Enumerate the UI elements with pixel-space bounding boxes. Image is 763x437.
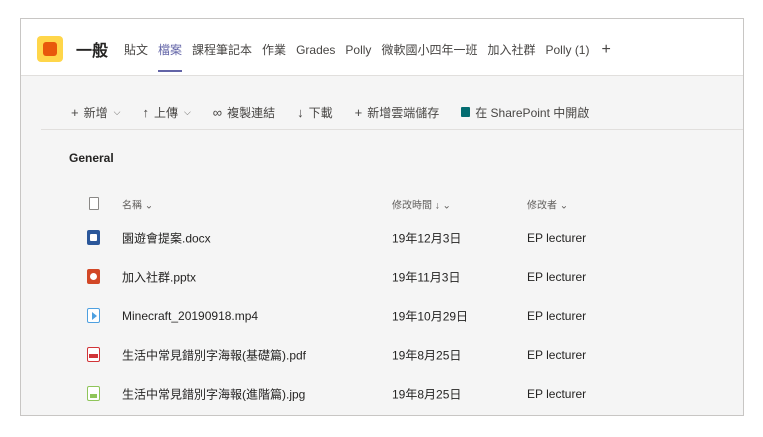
sharepoint-icon [461, 107, 471, 117]
tab-class-4-1[interactable]: 微軟國小四年一班 [381, 41, 477, 58]
file-row[interactable]: 園遊會提案.docx 19年12月3日 EP lecturer [69, 218, 743, 257]
file-row[interactable]: 生活中常見錯別字海報(進階篇).jpg 19年8月25日 EP lecturer [69, 374, 743, 413]
team-icon-inner [43, 42, 57, 56]
sort-by-modified-by[interactable]: 修改者 ⌄ [527, 197, 568, 212]
pdf-file-icon [87, 346, 101, 363]
channel-header: 一般 貼文 檔案 課程筆記本 作業 Grades Polly 微軟國小四年一班 … [21, 19, 743, 76]
channel-title: 一般 [76, 43, 109, 60]
file-modified: 19年12月3日 [392, 231, 462, 245]
new-button[interactable]: + 新增 ⌵ [71, 104, 120, 121]
open-in-sharepoint-button[interactable]: 在 SharePoint 中開啟 [461, 104, 589, 121]
plus-icon: + [71, 104, 79, 120]
copy-link-button[interactable]: ∞ 複製連結 [213, 104, 275, 121]
tab-class-notebook[interactable]: 課程筆記本 [192, 41, 252, 58]
word-icon [87, 229, 100, 245]
tab-files[interactable]: 檔案 [158, 41, 183, 72]
image-icon [87, 385, 100, 401]
add-tab-icon[interactable]: + [601, 41, 610, 57]
powerpoint-file-icon [87, 268, 101, 285]
channel-tabs: 貼文 檔案 課程筆記本 作業 Grades Polly 微軟國小四年一班 加入社… [124, 41, 611, 72]
open-in-sharepoint-label: 在 SharePoint 中開啟 [475, 105, 590, 120]
file-name[interactable]: Minecraft_20190918.mp4 [122, 309, 258, 323]
file-row[interactable]: 生活中常見錯別字海報(基礎篇).pdf 19年8月25日 EP lecturer [69, 335, 743, 374]
copy-link-label: 複製連結 [227, 105, 276, 120]
document-icon [89, 197, 99, 210]
file-row[interactable]: 加入社群.pptx 19年11月3日 EP lecturer [69, 257, 743, 296]
file-modified: 19年8月25日 [392, 348, 462, 362]
video-icon [87, 307, 100, 323]
tab-posts[interactable]: 貼文 [124, 41, 148, 58]
file-modified-by: EP lecturer [527, 347, 587, 362]
teams-files-window: 一般 貼文 檔案 課程筆記本 作業 Grades Polly 微軟國小四年一班 … [20, 18, 744, 416]
tab-grades[interactable]: Grades [296, 43, 335, 57]
file-modified-by: EP lecturer [527, 269, 587, 284]
file-modified-by: EP lecturer [527, 308, 587, 323]
file-modified: 19年10月29日 [392, 309, 469, 323]
download-button[interactable]: ↓ 下載 [297, 104, 333, 121]
folder-title: General [69, 151, 114, 165]
download-label: 下載 [308, 105, 333, 120]
chevron-down-icon: ⌵ [183, 106, 191, 117]
link-icon: ∞ [212, 104, 223, 120]
tab-assignments[interactable]: 作業 [262, 41, 286, 58]
file-modified-by: EP lecturer [527, 386, 587, 401]
sort-by-modified[interactable]: 修改時間 ↓ ⌄ [392, 197, 451, 212]
new-label: 新增 [83, 105, 108, 120]
add-cloud-storage-label: 新增雲端儲存 [367, 105, 440, 120]
file-row[interactable]: Minecraft_20190918.mp4 19年10月29日 EP lect… [69, 296, 743, 335]
tab-polly[interactable]: Polly [345, 43, 371, 57]
file-name[interactable]: 園遊會提案.docx [122, 229, 211, 246]
file-name[interactable]: 生活中常見錯別字海報(基礎篇).pdf [122, 346, 306, 363]
file-list-header: 名稱 ⌄ 修改時間 ↓ ⌄ 修改者 ⌄ [69, 190, 743, 218]
file-list: 名稱 ⌄ 修改時間 ↓ ⌄ 修改者 ⌄ 園遊會提案.docx 19年12月3日 … [69, 190, 743, 413]
plus-icon: + [354, 104, 363, 120]
word-file-icon [87, 229, 101, 246]
sort-by-name[interactable]: 名稱 ⌄ [122, 197, 153, 212]
name-header-label: 名稱 [122, 200, 142, 212]
image-file-icon [87, 385, 101, 402]
tab-polly-1[interactable]: Polly (1) [545, 43, 589, 57]
file-type-header-icon[interactable] [87, 196, 101, 212]
team-icon[interactable] [37, 36, 63, 62]
download-icon: ↓ [297, 104, 304, 120]
modified-by-header-label: 修改者 [527, 200, 557, 212]
video-file-icon [87, 307, 101, 324]
upload-icon: ↑ [142, 104, 149, 120]
file-name[interactable]: 加入社群.pptx [122, 268, 196, 285]
files-toolbar: + 新增 ⌵ ↑ 上傳 ⌵ ∞ 複製連結 ↓ 下載 + 新增雲端儲存 在 Sha… [41, 95, 743, 130]
tab-join-community[interactable]: 加入社群 [487, 41, 535, 58]
add-cloud-storage-button[interactable]: + 新增雲端儲存 [355, 104, 440, 121]
modified-header-label: 修改時間 [392, 200, 432, 212]
chevron-down-icon: ⌵ [113, 106, 121, 117]
file-modified: 19年11月3日 [392, 270, 461, 284]
file-modified: 19年8月25日 [392, 387, 462, 401]
file-name[interactable]: 生活中常見錯別字海報(進階篇).jpg [122, 385, 305, 402]
upload-button[interactable]: ↑ 上傳 ⌵ [142, 104, 190, 121]
pdf-icon [87, 346, 100, 362]
file-modified-by: EP lecturer [527, 230, 587, 245]
powerpoint-icon [87, 268, 100, 284]
upload-label: 上傳 [153, 105, 178, 120]
